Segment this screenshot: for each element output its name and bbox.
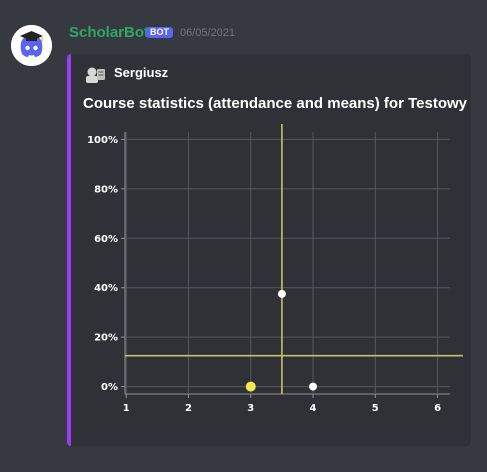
y-tick-label: 60% <box>94 234 118 245</box>
y-tick-label: 40% <box>94 283 118 294</box>
y-tick-label: 0% <box>101 382 118 393</box>
embed-accent-bar <box>67 54 71 446</box>
student-icon <box>86 67 105 83</box>
bot-username[interactable]: ScholarBot <box>69 24 149 41</box>
x-tick-label: 2 <box>185 403 192 414</box>
x-tick-label: 3 <box>247 403 254 414</box>
embed-title: Course statistics (attendance and means)… <box>83 95 467 112</box>
y-tick-label: 20% <box>94 333 118 344</box>
bot-badge: BOT <box>146 27 173 38</box>
y-tick-label: 80% <box>94 184 118 195</box>
x-tick-label: 6 <box>434 403 441 414</box>
data-point <box>277 289 286 298</box>
statistics-chart: 1 2 3 4 5 6 0% 20% 40% 60% 80% 100% <box>83 124 463 436</box>
x-tick-label: 4 <box>310 403 317 414</box>
y-tick-label: 100% <box>87 135 118 146</box>
data-point <box>309 382 318 391</box>
chart-canvas: 1 2 3 4 5 60%20%40%60%80%100% <box>87 124 463 414</box>
x-tick-label: 1 <box>123 403 130 414</box>
discord-graduate-icon <box>11 25 52 66</box>
embed-author-name[interactable]: Sergiusz <box>114 65 168 80</box>
x-tick-label: 5 <box>372 403 379 414</box>
bot-avatar[interactable] <box>11 25 52 66</box>
message-timestamp: 06/05/2021 <box>180 27 236 39</box>
data-point <box>245 381 256 392</box>
embed-card: Sergiusz Course statistics (attendance a… <box>67 54 471 446</box>
